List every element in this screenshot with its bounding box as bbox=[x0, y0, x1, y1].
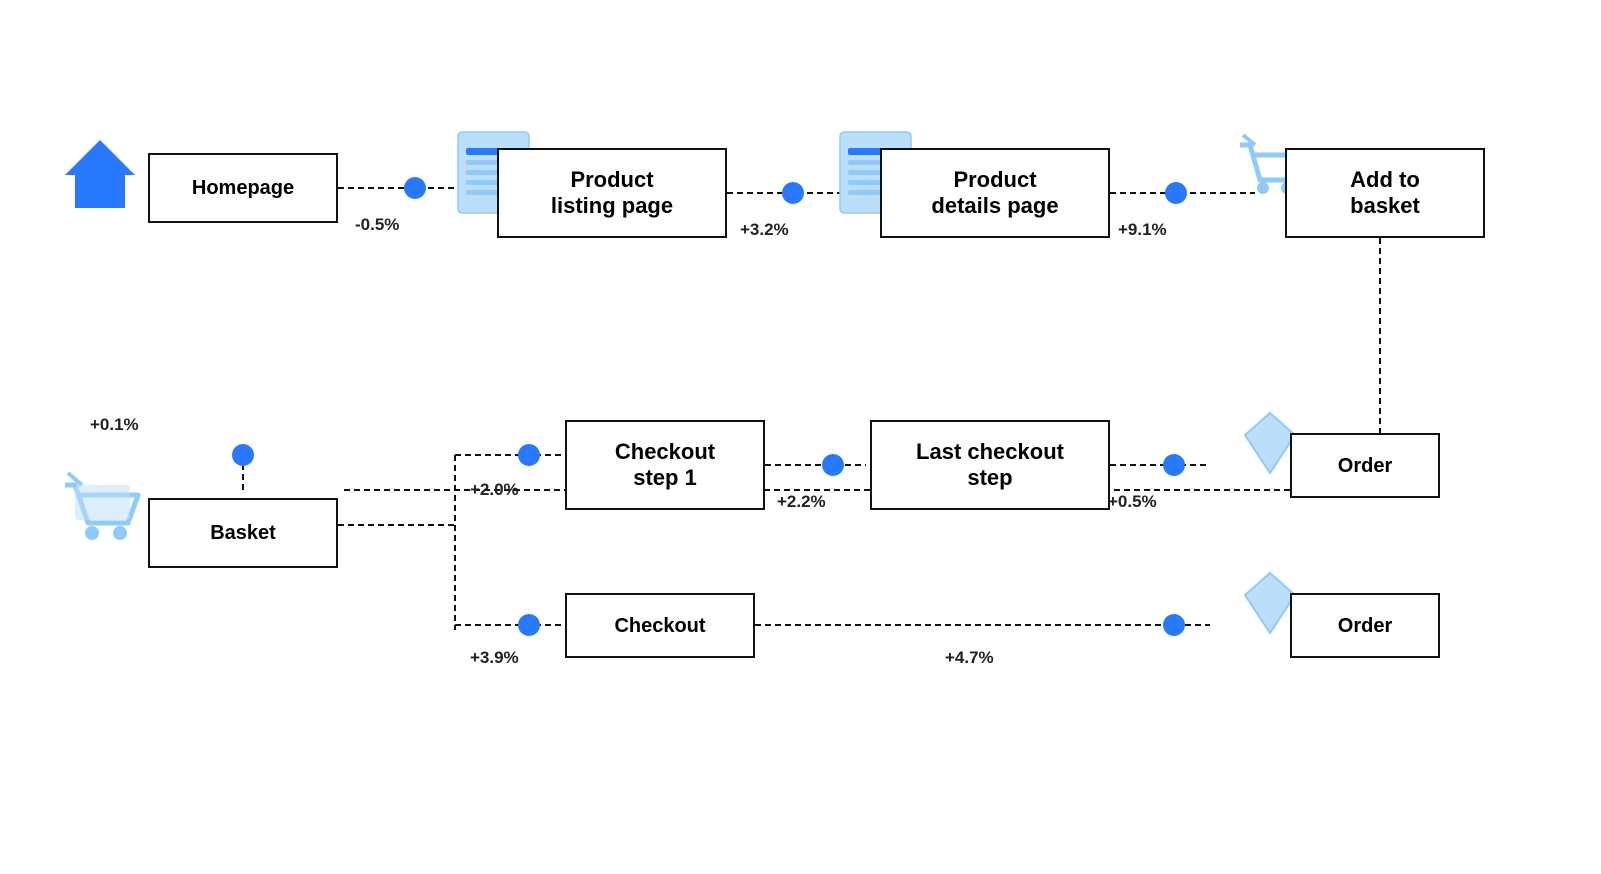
pct-co-order2: +4.7% bbox=[945, 648, 994, 668]
add-to-basket-node: Add to basket bbox=[1285, 148, 1485, 238]
pct-pdp-atb: +9.1% bbox=[1118, 220, 1167, 240]
pct-basket-co: +3.9% bbox=[470, 648, 519, 668]
dot-basket-co bbox=[518, 614, 540, 636]
homepage-node: Homepage bbox=[148, 153, 338, 223]
last-checkout-label: Last checkout step bbox=[916, 439, 1064, 492]
product-listing-node: Product listing page bbox=[497, 148, 727, 238]
pct-cs1-lcs: +2.2% bbox=[777, 492, 826, 512]
homepage-label: Homepage bbox=[192, 176, 294, 200]
pct-basket-cs1: +2.0% bbox=[470, 480, 519, 500]
dot-co-order2 bbox=[1163, 614, 1185, 636]
pct-plp-pdp: +3.2% bbox=[740, 220, 789, 240]
pct-lcs-order1: +0.5% bbox=[1108, 492, 1157, 512]
homepage-icon bbox=[55, 130, 145, 225]
dot-plp-pdp bbox=[782, 182, 804, 204]
basket-icon bbox=[60, 465, 145, 550]
basket-label: Basket bbox=[210, 521, 276, 545]
checkout-label: Checkout bbox=[614, 614, 705, 638]
dot-lcs-order1 bbox=[1163, 454, 1185, 476]
checkout-node: Checkout bbox=[565, 593, 755, 658]
product-listing-label: Product listing page bbox=[551, 167, 673, 220]
flow-diagram: Homepage Product listing page Product de… bbox=[0, 0, 1601, 874]
order2-node: Order bbox=[1290, 593, 1440, 658]
dot-cs1-lcs bbox=[822, 454, 844, 476]
dot-basket-entry bbox=[232, 444, 254, 466]
order1-label: Order bbox=[1338, 454, 1392, 478]
checkout-step1-label: Checkout step 1 bbox=[615, 439, 715, 492]
add-to-basket-label: Add to basket bbox=[1350, 167, 1420, 220]
dot-pdp-atb bbox=[1165, 182, 1187, 204]
order2-label: Order bbox=[1338, 614, 1392, 638]
pct-basket-entry: +0.1% bbox=[90, 415, 139, 435]
checkout-step1-node: Checkout step 1 bbox=[565, 420, 765, 510]
last-checkout-node: Last checkout step bbox=[870, 420, 1110, 510]
product-details-node: Product details page bbox=[880, 148, 1110, 238]
pct-hp-plp: -0.5% bbox=[355, 215, 399, 235]
product-details-label: Product details page bbox=[931, 167, 1058, 220]
order1-node: Order bbox=[1290, 433, 1440, 498]
basket-node: Basket bbox=[148, 498, 338, 568]
dot-basket-cs1 bbox=[518, 444, 540, 466]
dot-hp-plp bbox=[404, 177, 426, 199]
